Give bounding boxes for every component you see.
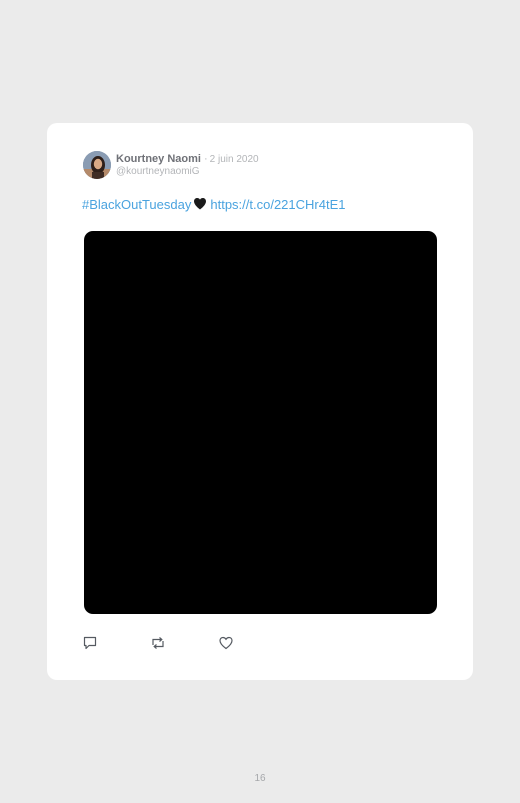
separator-dot: · (203, 153, 208, 165)
tweet-media-image[interactable] (84, 231, 437, 614)
avatar[interactable] (83, 151, 111, 179)
avatar-image (83, 151, 111, 179)
heart-icon[interactable] (218, 635, 234, 651)
tweet-link[interactable]: https://t.co/221CHr4tE1 (210, 197, 345, 212)
hashtag-link[interactable]: #BlackOutTuesday (82, 197, 191, 212)
comment-icon[interactable] (82, 635, 98, 651)
tweet-text: #BlackOutTuesday https://t.co/221CHr4tE1 (82, 196, 345, 215)
retweet-icon[interactable] (150, 635, 166, 651)
tweet-card: Kourtney Naomi · 2 juin 2020 @kourtneynaom… (47, 123, 473, 680)
black-heart-icon (193, 197, 207, 215)
author-name[interactable]: Kourtney Naomi (116, 153, 201, 165)
tweet-date[interactable]: 2 juin 2020 (210, 154, 259, 165)
page-number: 16 (254, 773, 266, 784)
author-handle[interactable]: @kourtneynaomiG (116, 165, 200, 178)
